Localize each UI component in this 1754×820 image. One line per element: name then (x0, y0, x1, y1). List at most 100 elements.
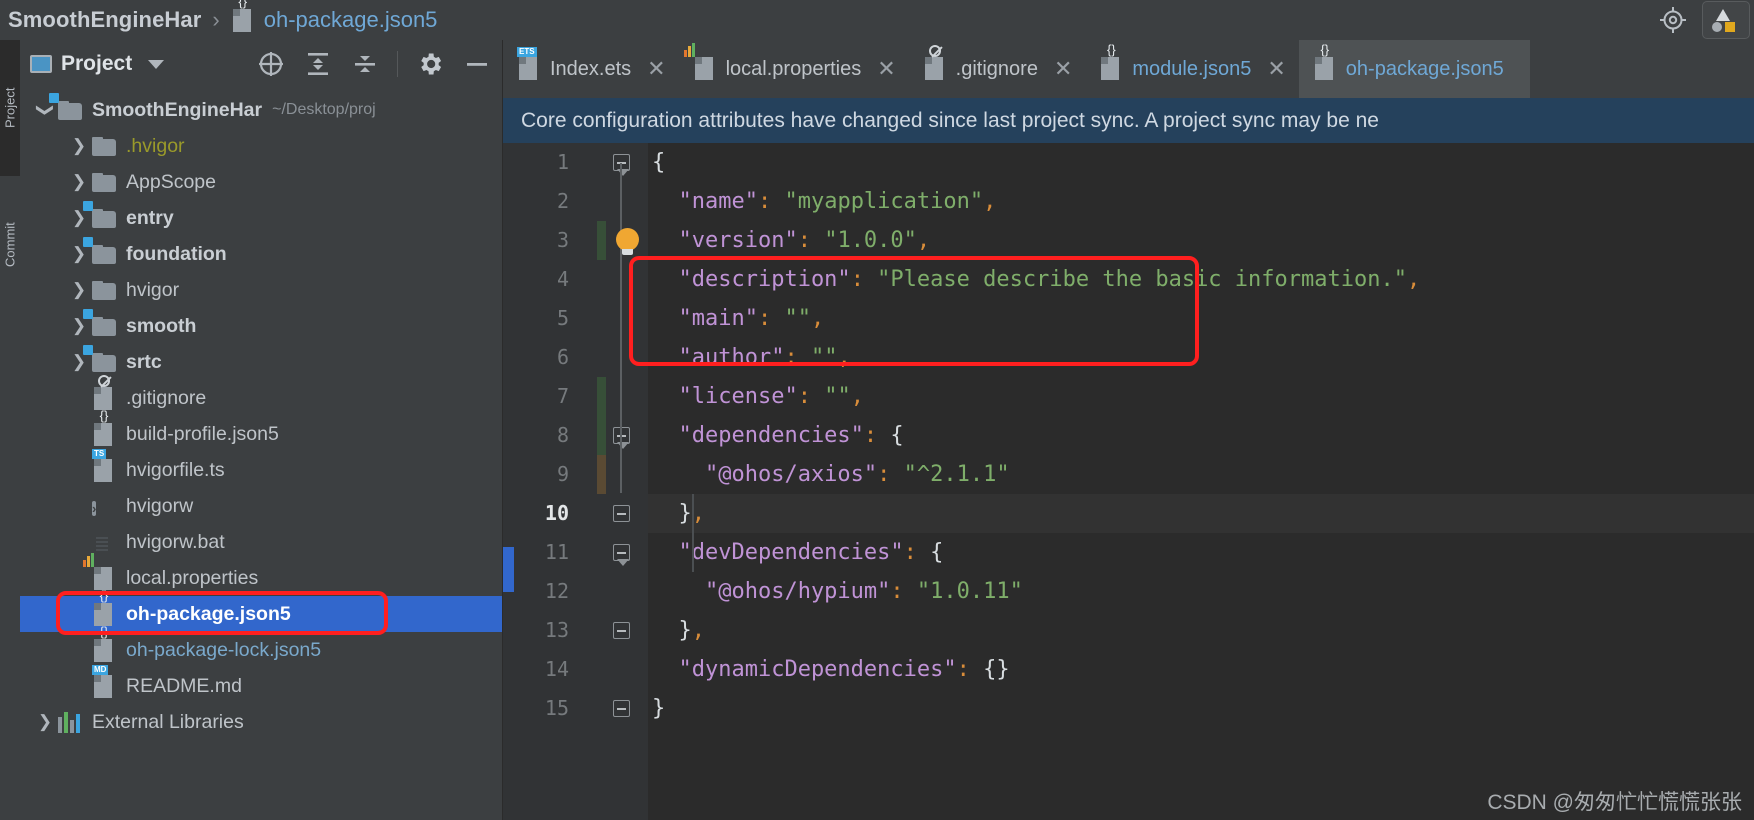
tree-item-icon (92, 530, 118, 554)
indent-guide (692, 494, 694, 572)
select-opened-file-icon[interactable] (256, 49, 286, 79)
chevron-right-icon[interactable]: ❯ (66, 244, 92, 264)
tree-item-srtc[interactable]: ❯ srtc (20, 344, 502, 380)
code-line[interactable]: } (648, 689, 1754, 728)
chevron-right-icon[interactable]: ❯ (66, 208, 92, 228)
fold-toggle-icon[interactable] (601, 494, 641, 533)
chevron-down-icon[interactable] (148, 59, 165, 69)
code-line[interactable]: "dependencies": { (648, 416, 1754, 455)
code-content[interactable]: { "name": "myapplication", "version": "1… (648, 143, 1754, 820)
chevron-right-icon[interactable]: ❯ (32, 712, 58, 732)
code-line[interactable]: "@ohos/axios": "^2.1.1" (648, 455, 1754, 494)
tree-item-label: local.properties (126, 566, 259, 589)
code-line[interactable]: "dynamicDependencies": {} (648, 650, 1754, 689)
breadcrumb-file[interactable]: oh-package.json5 (264, 7, 438, 33)
close-icon[interactable]: ✕ (1267, 56, 1285, 82)
editor-tab--gitignore[interactable]: .gitignore ✕ (909, 40, 1086, 98)
tree-item--hvigor[interactable]: ❯ .hvigor (20, 128, 502, 164)
code-token: "" (810, 384, 851, 409)
code-line[interactable]: "main": "", (648, 299, 1754, 338)
breadcrumb-project[interactable]: SmoothEngineHar (0, 7, 201, 33)
code-token: : (956, 657, 970, 682)
intention-bulb-icon[interactable] (616, 228, 639, 255)
tree-item-hvigorw[interactable]: ❯›hvigorw (20, 488, 502, 524)
tree-item-local-properties[interactable]: ❯local.properties (20, 553, 502, 596)
chevron-right-icon[interactable]: ❯ (66, 172, 92, 192)
editor-tab-oh-package-json5[interactable]: {} oh-package.json5 (1298, 40, 1530, 98)
tree-item-appscope[interactable]: ❯ AppScope (20, 164, 502, 200)
chevron-right-icon[interactable]: ❯ (66, 280, 92, 300)
code-token: "myapplication" (771, 189, 984, 214)
tree-item-readme-md[interactable]: ❯MDREADME.md (20, 665, 502, 704)
code-line[interactable]: { (648, 143, 1754, 182)
tree-item-oh-package-lock-json5[interactable]: ❯{}oh-package-lock.json5 (20, 625, 502, 668)
chevron-right-icon[interactable]: ❯ (66, 352, 92, 372)
editor-tab-module-json5[interactable]: {} module.json5 ✕ (1085, 40, 1298, 98)
code-line[interactable]: "license": "", (648, 377, 1754, 416)
code-line[interactable]: "@ohos/hypium": "1.0.11" (648, 572, 1754, 611)
collapse-marker[interactable] (612, 622, 630, 639)
tree-item-label: hvigorfile.ts (126, 458, 225, 481)
line-number: 5 (556, 306, 569, 330)
code-line[interactable]: "version": "1.0.0", (648, 221, 1754, 260)
project-panel-header: Project (20, 40, 502, 88)
minimize-icon[interactable] (462, 49, 492, 79)
tree-item-entry[interactable]: ❯ entry (20, 200, 502, 236)
collapse-all-icon[interactable] (350, 49, 380, 79)
editor-tab-index-ets[interactable]: ETS Index.ets ✕ (503, 40, 679, 98)
chevron-right-icon[interactable]: ❯ (66, 136, 92, 156)
tree-item-label: foundation (126, 242, 227, 265)
editor-gutter[interactable]: 1 2 3 4 5 6 7 8 9 10 11 12 13 14 15 (503, 143, 648, 820)
code-token: "license" (652, 384, 798, 409)
collapse-marker[interactable] (612, 544, 630, 566)
code-line[interactable]: "author": "", (648, 338, 1754, 377)
editor-tab-local-properties[interactable]: local.properties ✕ (679, 40, 909, 98)
tree-item-hvigorfile-ts[interactable]: ❯TShvigorfile.ts (20, 449, 502, 488)
code-token: "name" (652, 189, 758, 214)
code-token: , (850, 384, 864, 409)
tree-item-label: build-profile.json5 (126, 422, 279, 445)
code-line[interactable]: }, (648, 494, 1754, 533)
project-view-selector[interactable]: Project (30, 52, 132, 76)
close-icon[interactable]: ✕ (647, 56, 665, 82)
editor-tab-label: local.properties (725, 57, 862, 80)
collapse-marker[interactable] (612, 505, 630, 522)
scrollbar-thumb[interactable] (503, 547, 514, 592)
code-line[interactable]: "name": "myapplication", (648, 182, 1754, 221)
code-token: "author" (652, 345, 785, 370)
editor-tab-bar[interactable]: ETS Index.ets ✕ local.properties ✕ .gitignore… (503, 40, 1754, 98)
tool-tab-label: Project (2, 87, 18, 129)
tree-item-smoothenginehar[interactable]: ❯ SmoothEngineHar ~/Desktop/proj (20, 92, 502, 128)
tree-item-icon (92, 375, 118, 410)
tree-item-foundation[interactable]: ❯ foundation (20, 236, 502, 272)
shapes-icon[interactable] (1702, 1, 1750, 39)
close-icon[interactable]: ✕ (1054, 56, 1072, 82)
code-line[interactable]: "devDependencies": { (648, 533, 1754, 572)
fold-toggle-icon[interactable] (601, 533, 641, 572)
fold-toggle-icon[interactable] (601, 689, 641, 728)
tree-item--gitignore[interactable]: ❯.gitignore (20, 375, 502, 416)
tree-item-external-libraries[interactable]: ❯ External Libraries (20, 704, 502, 740)
tree-item-oh-package-json5[interactable]: ❯{}oh-package.json5 (20, 589, 502, 632)
project-tree[interactable]: ❯ SmoothEngineHar ~/Desktop/proj ❯ .hvigor ❯ A… (20, 88, 502, 740)
tree-item-icon (83, 309, 118, 338)
code-line[interactable]: "description": "Please describe the basi… (648, 260, 1754, 299)
target-icon[interactable] (1658, 5, 1688, 35)
tree-item-build-profile-json5[interactable]: ❯{}build-profile.json5 (20, 409, 502, 452)
project-sync-notification[interactable]: Core configuration attributes have chang… (503, 98, 1754, 143)
tree-item-label: smooth (126, 314, 197, 337)
tree-item-hvigor[interactable]: ❯ hvigor (20, 272, 502, 308)
sidebar-tab-project[interactable]: Project (0, 40, 20, 176)
code-token: "Please describe the basic information." (863, 267, 1407, 292)
collapse-marker[interactable] (612, 700, 630, 717)
chevron-right-icon[interactable]: ❯ (66, 316, 92, 336)
expand-all-icon[interactable] (303, 49, 333, 79)
settings-gear-icon[interactable] (415, 49, 445, 79)
code-line[interactable]: }, (648, 611, 1754, 650)
code-editor[interactable]: 1 2 3 4 5 6 7 8 9 10 11 12 13 14 15 { "name": "myappli… (503, 143, 1754, 820)
tree-item-smooth[interactable]: ❯ smooth (20, 308, 502, 344)
sidebar-tab-commit[interactable]: Commit (0, 185, 20, 305)
close-icon[interactable]: ✕ (877, 56, 895, 82)
fold-toggle-icon[interactable] (601, 611, 641, 650)
line-number: 14 (544, 657, 569, 681)
